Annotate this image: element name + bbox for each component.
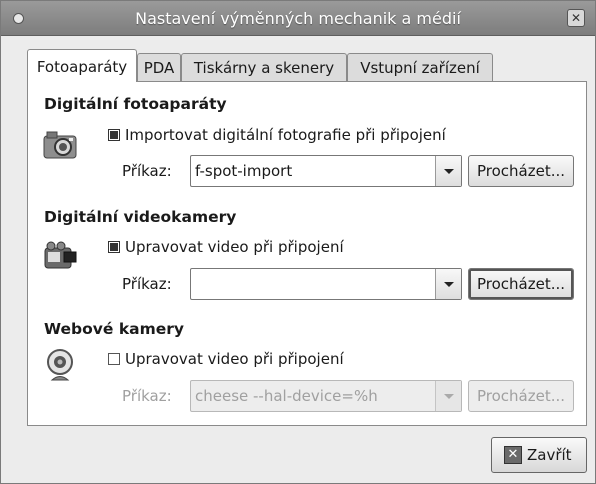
webcam-icon (47, 349, 73, 381)
chevron-down-icon[interactable] (435, 156, 461, 186)
webcam-edit-video-checkbox-row[interactable]: Upravovat video při připojení (108, 350, 344, 368)
camera-command-label: Příkaz: (122, 162, 172, 180)
window-title: Nastavení výměnných mechanik a médií (135, 9, 461, 28)
video-command-combo[interactable] (190, 268, 462, 300)
import-photos-label: Importovat digitální fotografie při přip… (125, 126, 446, 144)
camera-browse-button[interactable]: Procházet... (468, 155, 574, 187)
camera-icon (43, 131, 77, 159)
video-command-label: Příkaz: (122, 275, 172, 293)
camera-command-combo[interactable]: f-spot-import (190, 155, 462, 187)
webcam-browse-button: Procházet... (468, 380, 574, 412)
tab-input-devices[interactable]: Vstupní zařízení (347, 53, 493, 81)
close-icon: ✕ (504, 446, 522, 464)
section-title-video: Digitální videokamery (44, 208, 237, 226)
close-button[interactable]: ✕ Zavřít (491, 437, 587, 473)
tab-pda[interactable]: PDA (137, 53, 181, 81)
tab-cameras[interactable]: Fotoaparáty (27, 49, 137, 82)
video-camera-icon (44, 241, 77, 269)
tab-printers-scanners[interactable]: Tiskárny a skenery (181, 53, 347, 81)
webcam-edit-video-label: Upravovat video při připojení (125, 350, 344, 368)
window-menu-icon[interactable] (13, 13, 24, 24)
webcam-command-combo: cheese --hal-device=%h (190, 380, 462, 412)
chevron-down-icon (435, 381, 461, 411)
chevron-down-icon[interactable] (435, 269, 461, 299)
webcam-command-value: cheese --hal-device=%h (195, 387, 378, 405)
webcam-edit-video-checkbox[interactable] (108, 353, 120, 365)
camera-command-value[interactable]: f-spot-import (195, 162, 292, 180)
section-title-cameras: Digitální fotoaparáty (44, 95, 227, 113)
dialog-window: Nastavení výměnných mechanik a médií ✕ F… (0, 0, 596, 484)
edit-video-checkbox-row[interactable]: Upravovat video při připojení (108, 238, 344, 256)
import-photos-checkbox[interactable] (108, 129, 120, 141)
import-photos-checkbox-row[interactable]: Importovat digitální fotografie při přip… (108, 126, 446, 144)
tab-panel-cameras: Digitální fotoaparáty Importovat digitál… (27, 81, 587, 426)
edit-video-checkbox[interactable] (108, 241, 120, 253)
edit-video-label: Upravovat video při připojení (125, 238, 344, 256)
webcam-command-label: Příkaz: (122, 387, 172, 405)
title-bar: Nastavení výměnných mechanik a médií ✕ (1, 1, 595, 36)
video-browse-button[interactable]: Procházet... (468, 268, 574, 300)
close-button-label: Zavřít (527, 446, 572, 464)
section-title-webcams: Webové kamery (44, 320, 184, 338)
window-close-icon[interactable]: ✕ (567, 9, 585, 27)
